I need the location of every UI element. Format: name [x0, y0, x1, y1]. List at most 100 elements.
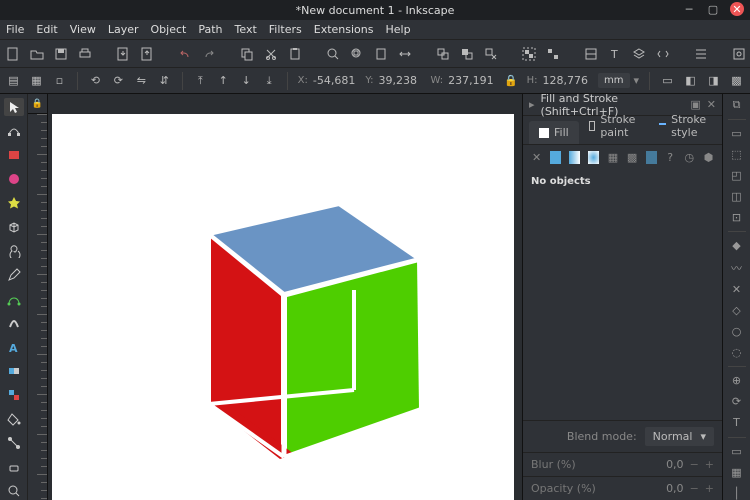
- snap-page[interactable]: ▭: [727, 444, 747, 458]
- text-dialog-icon[interactable]: T: [608, 46, 622, 62]
- paste-icon[interactable]: [288, 46, 302, 62]
- unlink-clone-icon[interactable]: [484, 46, 498, 62]
- flip-h-icon[interactable]: ⇋: [134, 73, 149, 89]
- raise-icon[interactable]: ↑: [216, 73, 231, 89]
- raise-top-icon[interactable]: ⤒: [193, 73, 208, 89]
- menu-file[interactable]: File: [6, 23, 24, 36]
- tool-bezier[interactable]: [4, 290, 24, 308]
- snap-guide[interactable]: │: [727, 486, 747, 500]
- unit-select[interactable]: mm: [598, 73, 629, 88]
- snap-bbox-mid[interactable]: ◫: [727, 189, 747, 203]
- menu-object[interactable]: Object: [151, 23, 187, 36]
- snap-bbox-center[interactable]: ⊡: [727, 210, 747, 224]
- snap-bbox[interactable]: ▭: [727, 127, 747, 141]
- layers-icon[interactable]: [632, 46, 646, 62]
- tool-pencil[interactable]: [4, 266, 24, 284]
- lower-icon[interactable]: ↓: [239, 73, 254, 89]
- tab-stroke-paint[interactable]: Stroke paint: [579, 108, 649, 144]
- tool-dropper[interactable]: [4, 386, 24, 404]
- maximize-button[interactable]: ▢: [706, 2, 720, 16]
- tool-selector[interactable]: [4, 98, 24, 116]
- tool-gradient[interactable]: [4, 362, 24, 380]
- select-all-icon[interactable]: ▦: [29, 73, 44, 89]
- snap-bbox-edge[interactable]: ⬚: [727, 148, 747, 162]
- menu-extensions[interactable]: Extensions: [314, 23, 374, 36]
- h-input[interactable]: 128,776: [541, 73, 591, 88]
- cut-icon[interactable]: [264, 46, 278, 62]
- ungroup-icon[interactable]: [546, 46, 560, 62]
- tool-zoom[interactable]: [4, 482, 24, 500]
- tab-stroke-style[interactable]: Stroke style: [649, 108, 721, 144]
- clone-icon[interactable]: [460, 46, 474, 62]
- tab-fill[interactable]: Fill: [529, 121, 579, 144]
- close-button[interactable]: ✕: [730, 2, 744, 16]
- paint-none-icon[interactable]: ✕: [531, 151, 542, 164]
- paint-radial-icon[interactable]: [588, 151, 599, 164]
- paint-linear-icon[interactable]: [569, 151, 580, 164]
- tool-calligraphy[interactable]: [4, 314, 24, 332]
- tool-paintbucket[interactable]: [4, 410, 24, 428]
- zoom-selection-icon[interactable]: [326, 46, 340, 62]
- redo-icon[interactable]: [202, 46, 216, 62]
- chevron-down-icon[interactable]: ▾: [634, 74, 640, 87]
- paint-swatch-icon[interactable]: ▩: [626, 151, 637, 164]
- x-input[interactable]: -54,681: [311, 73, 357, 88]
- transform-stroke-icon[interactable]: ▭: [660, 73, 675, 89]
- paint-unknown-icon[interactable]: [646, 151, 657, 164]
- open-icon[interactable]: [30, 46, 44, 62]
- new-icon[interactable]: [6, 46, 20, 62]
- menu-help[interactable]: Help: [385, 23, 410, 36]
- y-input[interactable]: 39,238: [377, 73, 423, 88]
- blend-mode-select[interactable]: Normal▾: [645, 427, 714, 446]
- menu-layer[interactable]: Layer: [108, 23, 139, 36]
- duplicate-icon[interactable]: [436, 46, 450, 62]
- transform-pattern-icon[interactable]: ▩: [729, 73, 744, 89]
- menu-filters[interactable]: Filters: [269, 23, 302, 36]
- opacity-plus[interactable]: +: [705, 482, 714, 495]
- collapse-icon[interactable]: ▸: [529, 98, 535, 111]
- undo-icon[interactable]: [178, 46, 192, 62]
- zoom-drawing-icon[interactable]: [350, 46, 364, 62]
- xml-icon[interactable]: [656, 46, 670, 62]
- snap-rotation[interactable]: ⟳: [727, 395, 747, 409]
- snap-center[interactable]: ⊕: [727, 374, 747, 388]
- ruler-corner[interactable]: 🔒: [28, 94, 48, 114]
- snap-path[interactable]: 〰: [727, 260, 747, 276]
- blur-value[interactable]: 0,0: [666, 458, 684, 471]
- tool-text[interactable]: A: [4, 338, 24, 356]
- w-input[interactable]: 237,191: [446, 73, 496, 88]
- snap-node[interactable]: ◆: [727, 239, 747, 253]
- export-icon[interactable]: [140, 46, 154, 62]
- cube-drawing[interactable]: [139, 174, 469, 484]
- align-icon[interactable]: [694, 46, 708, 62]
- snap-midpoint[interactable]: ◌: [727, 345, 747, 359]
- snap-grid[interactable]: ▦: [727, 465, 747, 479]
- transform-gradient-icon[interactable]: ◨: [706, 73, 721, 89]
- zoom-width-icon[interactable]: [398, 46, 412, 62]
- copy-icon[interactable]: [240, 46, 254, 62]
- menu-view[interactable]: View: [70, 23, 96, 36]
- ruler-vertical[interactable]: [28, 114, 48, 500]
- zoom-page-icon[interactable]: [374, 46, 388, 62]
- tool-eraser[interactable]: [4, 458, 24, 476]
- snap-bbox-corner[interactable]: ◰: [727, 168, 747, 182]
- rotate-cw-icon[interactable]: ⟳: [111, 73, 126, 89]
- blur-plus[interactable]: +: [705, 458, 714, 471]
- import-icon[interactable]: [116, 46, 130, 62]
- tool-rect[interactable]: [4, 146, 24, 164]
- paint-shield-icon[interactable]: ⬢: [703, 151, 714, 164]
- opacity-value[interactable]: 0,0: [666, 482, 684, 495]
- snap-cusp[interactable]: ◇: [727, 304, 747, 318]
- paint-clock-icon[interactable]: ◷: [684, 151, 695, 164]
- lock-ratio-icon[interactable]: 🔒: [504, 73, 519, 89]
- flip-v-icon[interactable]: ⇵: [157, 73, 172, 89]
- lower-bottom-icon[interactable]: ⤓: [262, 73, 277, 89]
- prefs-icon[interactable]: [732, 46, 746, 62]
- menu-text[interactable]: Text: [235, 23, 257, 36]
- snap-enable[interactable]: ⧉: [727, 98, 747, 112]
- menu-edit[interactable]: Edit: [36, 23, 57, 36]
- canvas[interactable]: [48, 114, 522, 500]
- rotate-ccw-icon[interactable]: ⟲: [88, 73, 103, 89]
- transform-corners-icon[interactable]: ◧: [683, 73, 698, 89]
- fill-stroke-icon[interactable]: [584, 46, 598, 62]
